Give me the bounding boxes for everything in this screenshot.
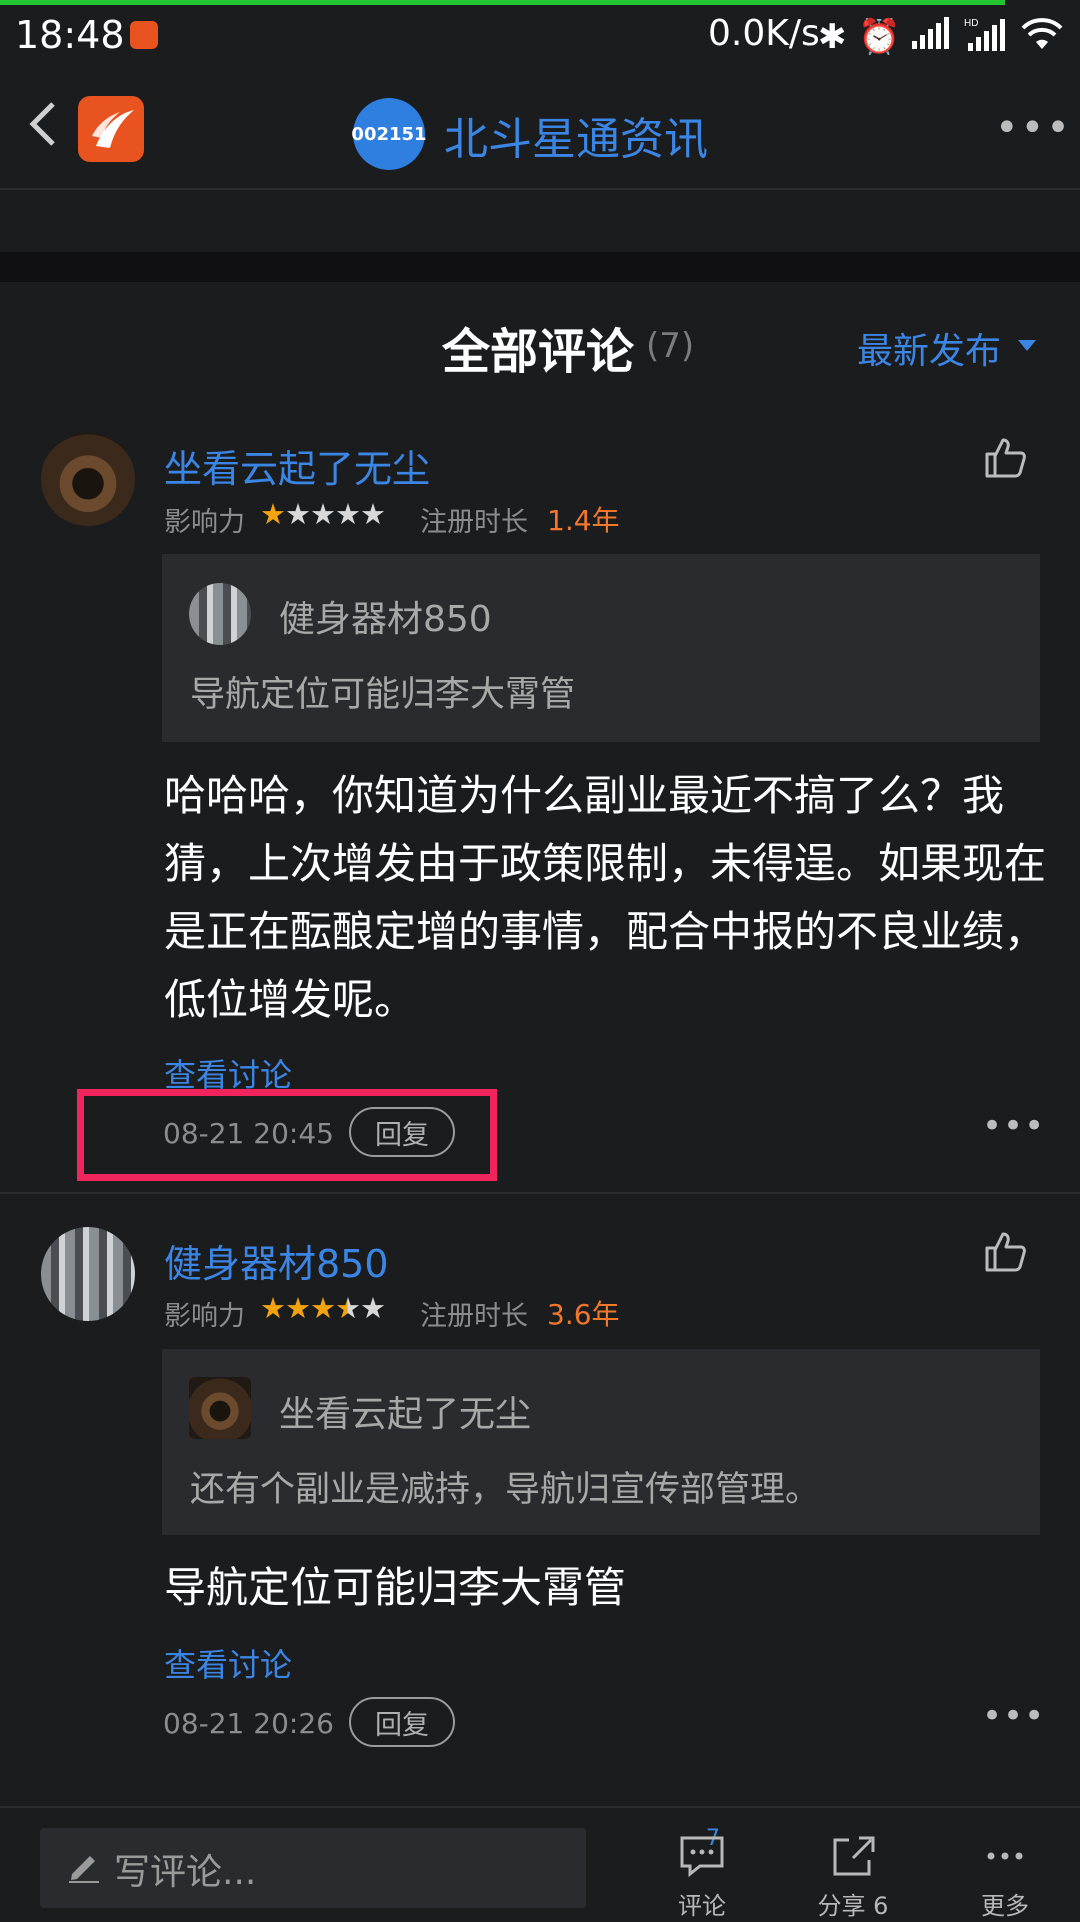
comment-username[interactable]: 健身器材850 (164, 1233, 389, 1288)
star-icon: ★ (285, 1291, 311, 1325)
influence-label: 影响力 (164, 1301, 245, 1332)
registration-value: 1.4年 (547, 504, 620, 537)
alarm-icon: ⏰ (858, 17, 901, 57)
write-comment-input[interactable]: 写评论... (40, 1828, 586, 1908)
avatar[interactable] (41, 432, 135, 526)
wifi-icon (1020, 17, 1064, 60)
quote-username: 坐看云起了无尘 (279, 1394, 532, 1435)
quote-avatar (189, 583, 251, 645)
quoted-comment[interactable]: 坐看云起了无尘 还有个副业是减持，导航归宣传部管理。 (162, 1349, 1040, 1535)
comments-count: (7) (646, 326, 695, 366)
comment-label: 评论 (678, 1892, 726, 1920)
star-icon: ★ (360, 497, 386, 531)
sort-dropdown[interactable]: 最新发布 (857, 322, 1001, 374)
share-icon (833, 1836, 875, 1876)
influence-stars: ★★★★★ (260, 497, 386, 531)
more-icon[interactable]: ••• (995, 105, 1072, 151)
svg-text:HD: HD (964, 18, 978, 29)
reply-button[interactable]: 回复 (349, 1697, 455, 1747)
view-discussion-link[interactable]: 查看讨论 (164, 1640, 292, 1686)
influence-stars: ★★★★★ (260, 1291, 386, 1325)
bottom-action-bar: 写评论... 7 评论 分享 6 更多 (0, 1806, 1080, 1922)
influence-label: 影响力 (164, 507, 245, 538)
comment-icon (680, 1836, 724, 1878)
network-speed: 0.0K/s (708, 13, 820, 54)
registration-value: 3.6年 (547, 1298, 620, 1331)
notification-app-icon (130, 21, 158, 49)
comments-title: 全部评论 (442, 324, 635, 380)
signal-hd-icon: HD (964, 17, 1008, 62)
chevron-down-icon[interactable] (1018, 340, 1036, 351)
back-icon[interactable] (25, 100, 59, 146)
divider (0, 1192, 1080, 1194)
share-label: 分享 6 (817, 1892, 889, 1920)
more-dots-icon (987, 1852, 1023, 1860)
quote-text: 还有个副业是减持，导航归宣传部管理。 (190, 1470, 821, 1510)
star-icon: ★ (335, 497, 361, 531)
star-icon: ★ (260, 497, 286, 531)
star-icon: ★ (310, 1291, 336, 1325)
stock-code-badge[interactable]: 002151 (351, 98, 427, 170)
registration-label: 注册时长 (420, 507, 528, 538)
page-title: 北斗星通资讯 (444, 114, 708, 165)
more-dots-icon[interactable]: ••• (982, 1106, 1045, 1146)
like-icon[interactable] (983, 1230, 1027, 1272)
star-icon: ★ (360, 1291, 386, 1325)
quote-text: 导航定位可能归李大霄管 (190, 675, 576, 715)
comment-button[interactable]: 评论 (652, 1832, 752, 1921)
status-bar: 18:48 0.0K/s ✱ ⏰ HD (0, 5, 1080, 65)
share-button[interactable]: 分享 6 (803, 1832, 903, 1921)
star-icon: ★ (310, 497, 336, 531)
quoted-comment[interactable]: 健身器材850 导航定位可能归李大霄管 (162, 554, 1040, 742)
comment-body: 导航定位可能归李大霄管 (164, 1563, 627, 1612)
like-icon[interactable] (983, 436, 1027, 478)
bluetooth-icon: ✱ (818, 17, 847, 57)
star-half-icon: ★ (335, 1291, 361, 1325)
quote-avatar (189, 1377, 251, 1439)
pencil-icon (66, 1848, 102, 1884)
more-label: 更多 (981, 1892, 1029, 1920)
star-icon: ★ (285, 497, 311, 531)
app-logo-icon (78, 96, 144, 162)
avatar[interactable] (41, 1227, 135, 1321)
quote-username: 健身器材850 (279, 599, 492, 640)
comment-username[interactable]: 坐看云起了无尘 (164, 438, 430, 493)
star-icon: ★ (260, 1291, 286, 1325)
registration-label: 注册时长 (420, 1301, 528, 1332)
more-button[interactable]: 更多 (955, 1832, 1055, 1921)
section-separator (0, 252, 1080, 282)
highlight-box (77, 1089, 497, 1181)
more-dots-icon[interactable]: ••• (982, 1696, 1045, 1736)
signal-icon (910, 17, 950, 60)
write-comment-placeholder: 写评论... (114, 1852, 257, 1893)
status-time: 18:48 (15, 13, 125, 57)
comment-body: 哈哈哈，你知道为什么副业最近不搞了么？我猜，上次增发由于政策限制，未得逞。如果现… (164, 771, 1047, 1024)
comment-time: 08-21 20:26 (163, 1707, 334, 1740)
top-navigation-bar: 002151 北斗星通资讯 ••• (0, 65, 1080, 190)
